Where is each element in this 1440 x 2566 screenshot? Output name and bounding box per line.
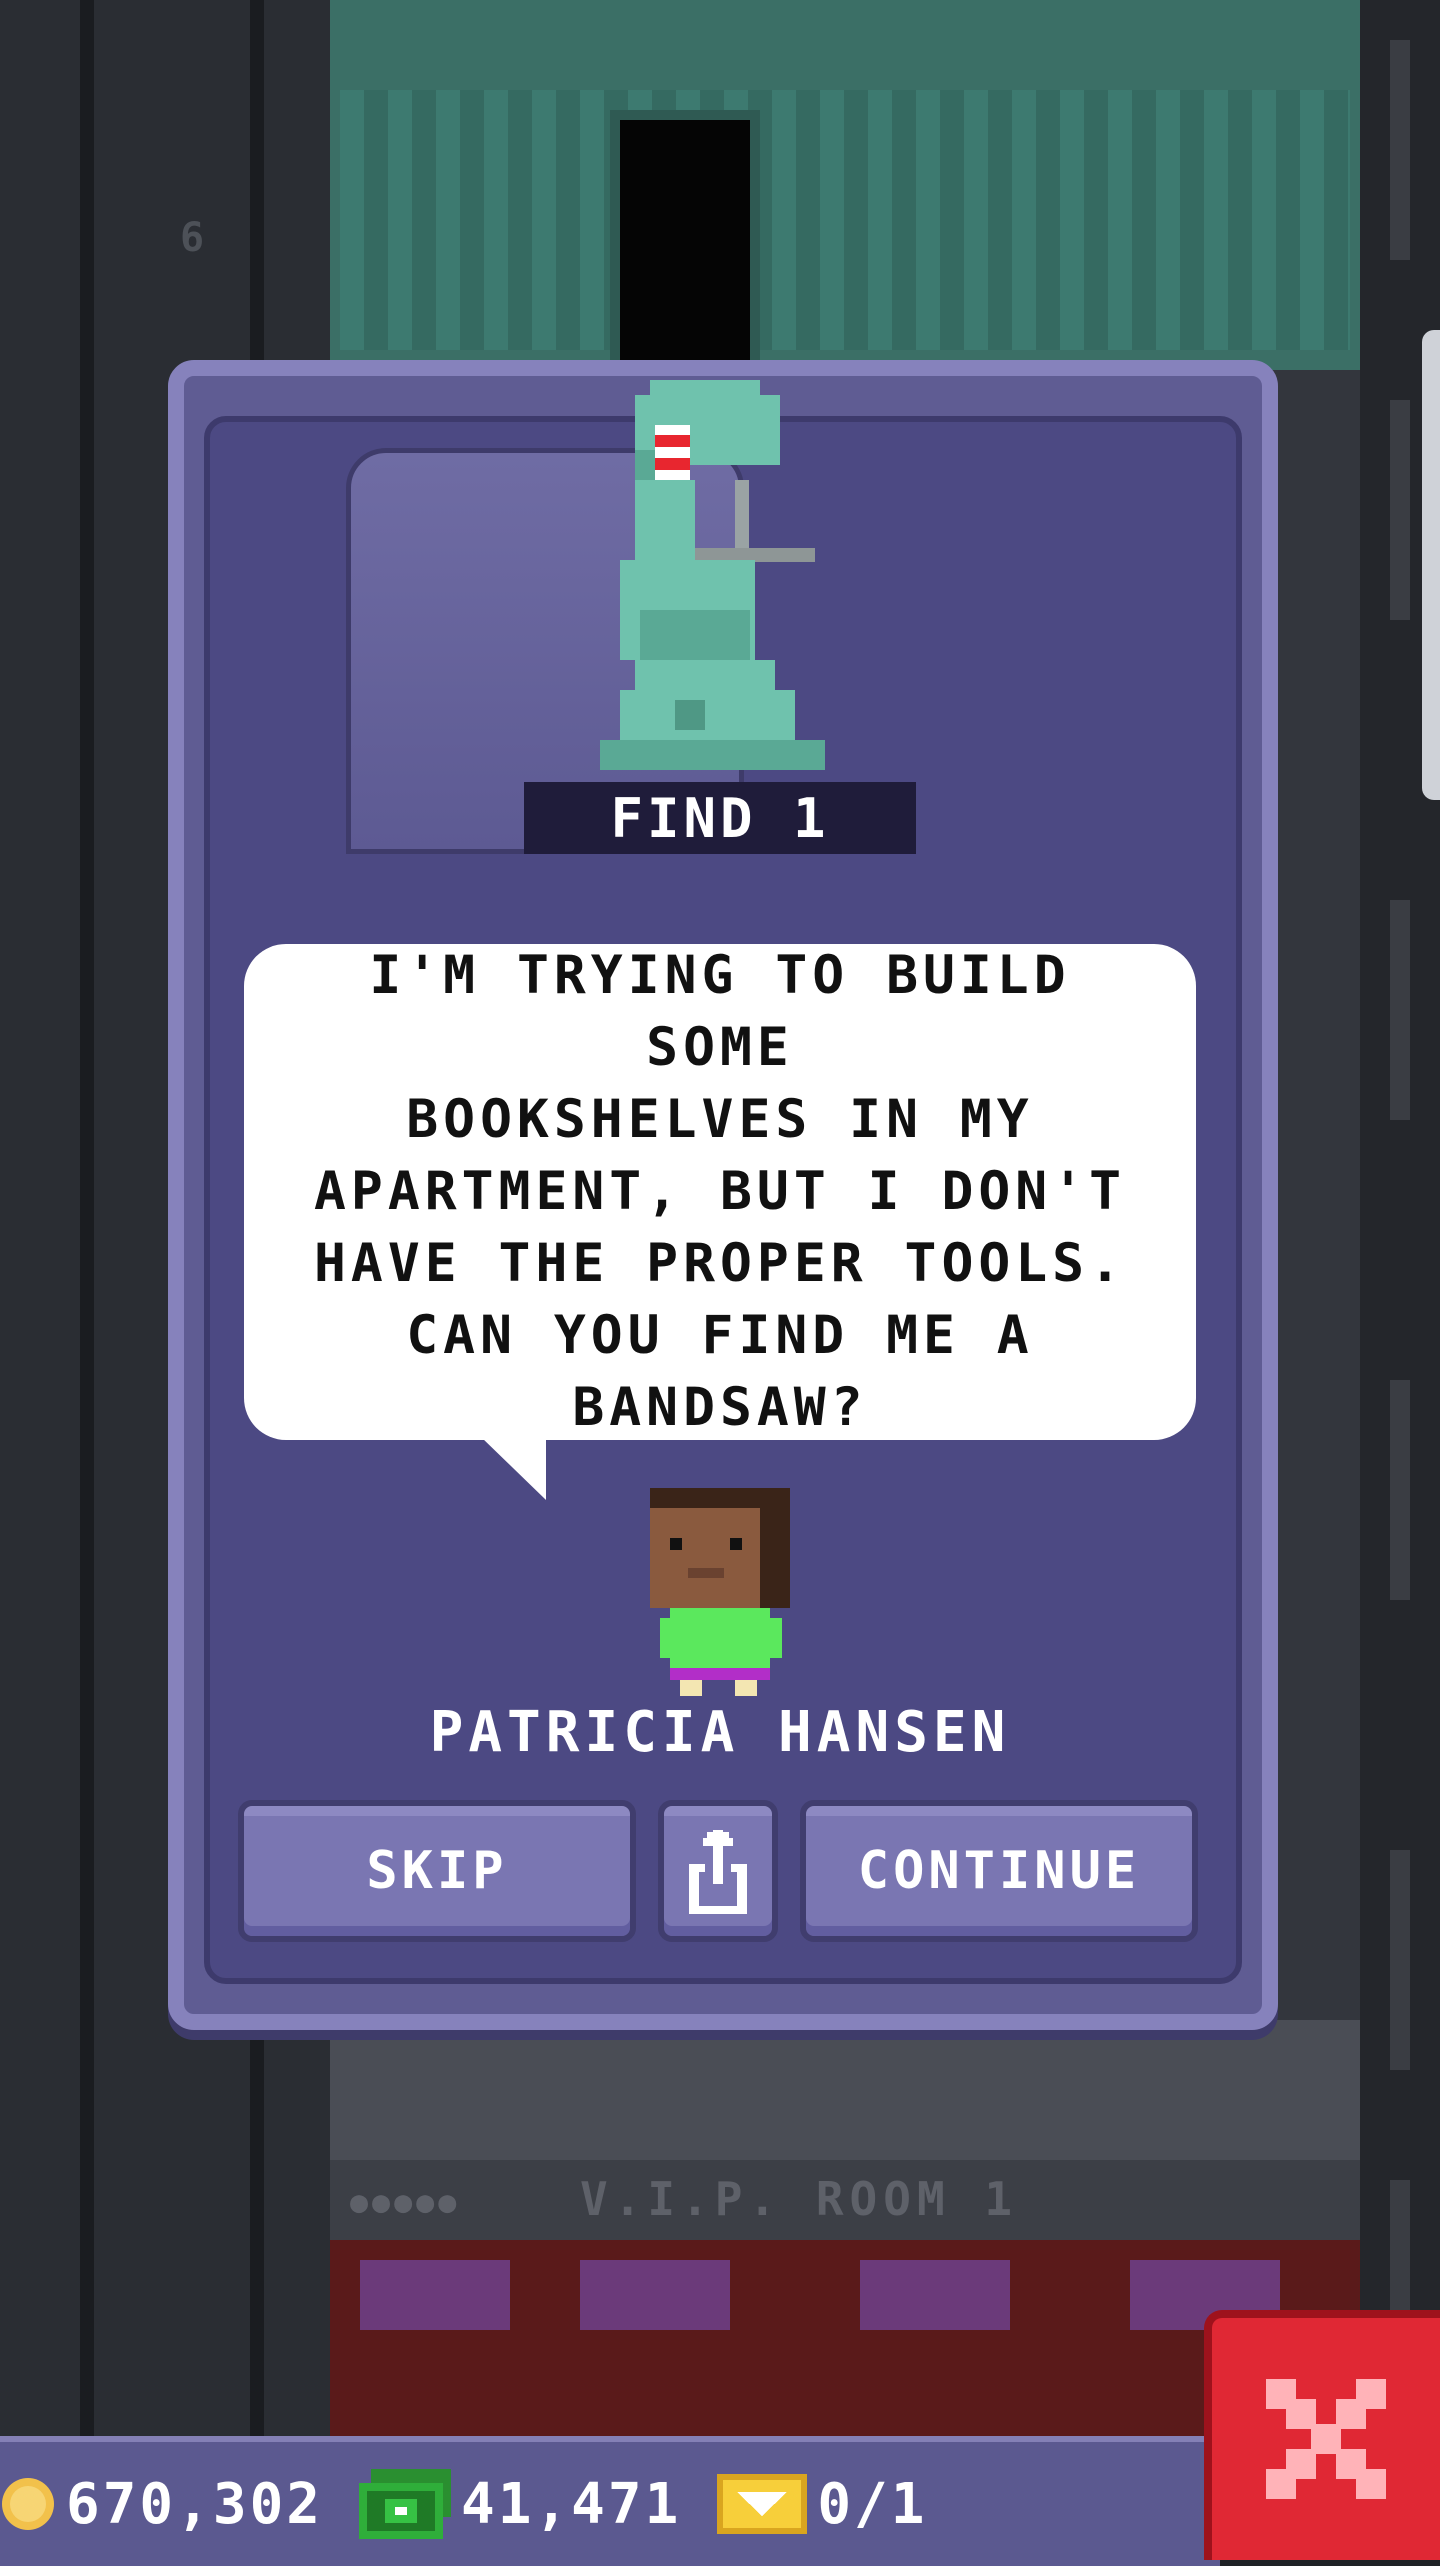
close-button[interactable] <box>1204 2310 1440 2560</box>
continue-button-label: CONTINUE <box>857 1841 1141 1901</box>
share-button[interactable] <box>658 1800 778 1942</box>
tickets-value: 0/1 <box>817 2471 928 2537</box>
coins-display[interactable]: 670,302 <box>0 2472 323 2537</box>
vip-occupancy-icons: ●●●●● <box>350 2185 461 2220</box>
coin-icon <box>2 2478 54 2530</box>
share-icon <box>689 1830 747 1914</box>
bux-display[interactable]: 41,471 <box>359 2469 681 2539</box>
speech-bubble: I'M TRYING TO BUILD SOME BOOKSHELVES IN … <box>244 944 1196 1440</box>
speech-bubble-tail <box>480 1436 546 1500</box>
continue-button[interactable]: CONTINUE <box>800 1800 1198 1942</box>
npc-name: PATRICIA HANSEN <box>429 1700 1011 1765</box>
floor-number: 6 <box>180 215 205 261</box>
floor-lobby-below[interactable] <box>330 2020 1360 2160</box>
coins-value: 670,302 <box>66 2471 324 2537</box>
quest-message: I'M TRYING TO BUILD SOME BOOKSHELVES IN … <box>314 945 1126 1438</box>
bux-value: 41,471 <box>461 2471 682 2537</box>
floor-apartment-top[interactable] <box>330 0 1360 390</box>
quest-objective: FIND 1 <box>524 782 916 854</box>
skip-button-label: SKIP <box>366 1841 508 1901</box>
skip-button[interactable]: SKIP <box>238 1800 636 1942</box>
npc-avatar <box>650 1488 790 1696</box>
currency-bar: 670,302 41,471 0/1 <box>0 2436 1220 2566</box>
bux-icon <box>359 2469 452 2539</box>
close-icon <box>1266 2379 1386 2499</box>
vip-floor-label: V.I.P. ROOM 1 <box>580 2172 1019 2226</box>
tickets-display[interactable]: 0/1 <box>717 2472 927 2537</box>
bandsaw-icon <box>600 380 825 770</box>
side-drawer-tab[interactable] <box>1422 330 1440 800</box>
golden-ticket-icon <box>717 2474 808 2534</box>
